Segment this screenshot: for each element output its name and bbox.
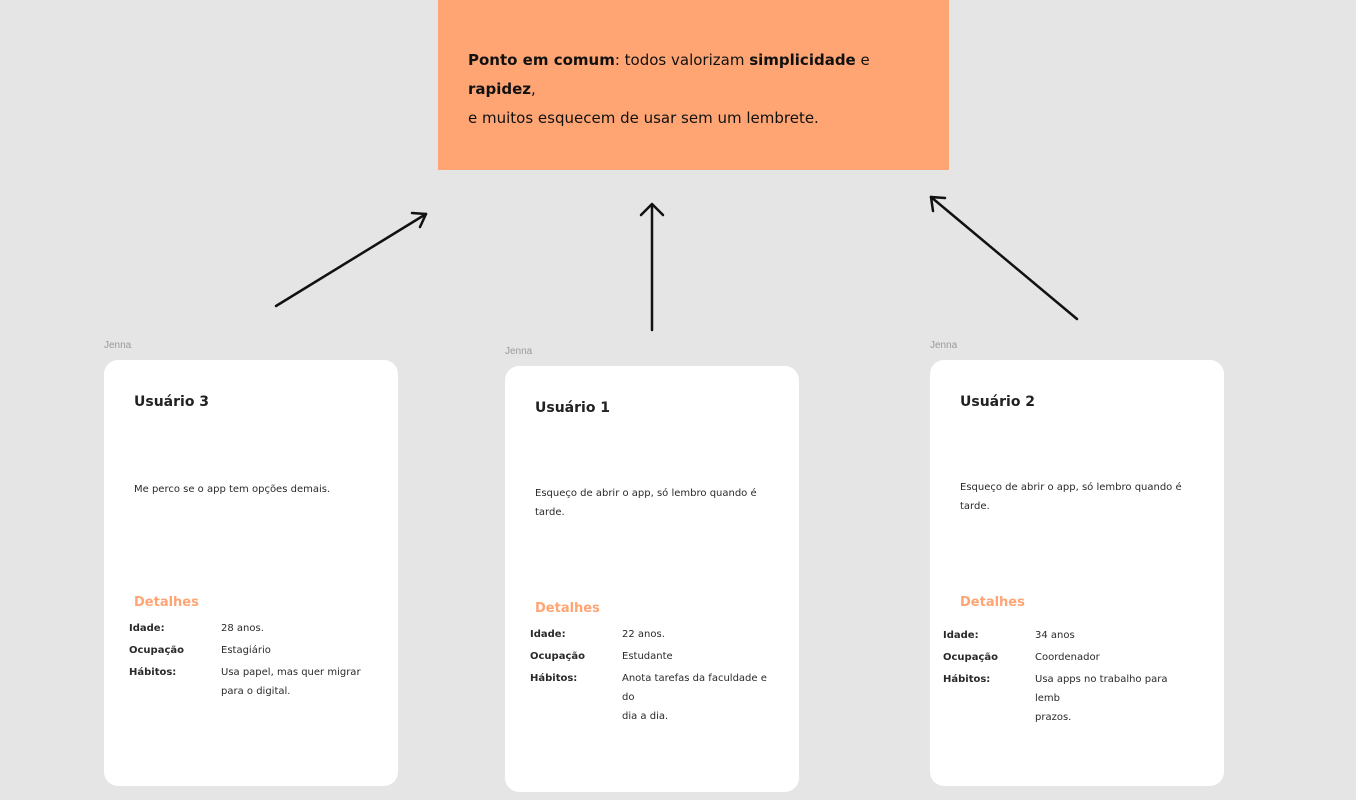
detail-label: Hábitos: xyxy=(530,673,578,684)
detail-value: Anota tarefas da faculdade e do dia a di… xyxy=(622,673,767,722)
detail-value: Usa papel, mas quer migrar para o digita… xyxy=(221,667,361,697)
card-quote: Me perco se o app tem opções demais. xyxy=(134,484,331,495)
details-heading: Detalhes xyxy=(134,595,199,610)
arrow-left[interactable] xyxy=(274,211,428,308)
summary-bold-speed: rapidez xyxy=(468,80,532,98)
frame-label-user-3[interactable]: Jenna xyxy=(104,340,131,351)
detail-label: Idade: xyxy=(129,623,165,634)
detail-value: Estudante xyxy=(622,651,673,662)
persona-card-user-1[interactable]: Usuário 1 Esqueço de abrir o app, só lem… xyxy=(505,366,799,792)
detail-value: 28 anos. xyxy=(221,623,264,634)
card-title: Usuário 3 xyxy=(134,394,210,410)
detail-value: Usa apps no trabalho para lemb prazos. xyxy=(1035,674,1168,723)
detail-label: Ocupação xyxy=(943,652,998,663)
details-heading: Detalhes xyxy=(960,595,1025,610)
summary-text-1: : todos valorizam xyxy=(614,51,750,69)
detail-value: Estagiário xyxy=(221,645,271,656)
summary-text-2: e xyxy=(855,51,870,69)
detail-label: Idade: xyxy=(530,629,566,640)
detail-label: Ocupação xyxy=(530,651,585,662)
arrow-center[interactable] xyxy=(639,202,665,332)
summary-line-2: e muitos esquecem de usar sem um lembret… xyxy=(468,109,819,127)
persona-card-user-2[interactable]: Usuário 2 Esqueço de abrir o app, só lem… xyxy=(930,360,1224,786)
detail-label: Ocupação xyxy=(129,645,184,656)
detail-value: 22 anos. xyxy=(622,629,665,640)
persona-card-user-3[interactable]: Usuário 3 Me perco se o app tem opções d… xyxy=(104,360,398,786)
summary-text-3: , xyxy=(531,80,536,98)
frame-label-user-1[interactable]: Jenna xyxy=(505,346,532,357)
detail-value: 34 anos xyxy=(1035,630,1075,641)
card-quote: Esqueço de abrir o app, só lembro quando… xyxy=(960,482,1182,512)
detail-label: Hábitos: xyxy=(943,674,991,685)
summary-bold-common-point: Ponto em comum xyxy=(468,51,615,69)
common-point-text: Ponto em comum: todos valorizam simplici… xyxy=(468,46,919,133)
detail-label: Idade: xyxy=(943,630,979,641)
card-title: Usuário 1 xyxy=(535,400,611,416)
common-point-box[interactable]: Ponto em comum: todos valorizam simplici… xyxy=(438,0,949,170)
summary-bold-simplicity: simplicidade xyxy=(749,51,856,69)
arrow-right[interactable] xyxy=(929,195,1079,321)
detail-label: Hábitos: xyxy=(129,667,177,678)
card-quote: Esqueço de abrir o app, só lembro quando… xyxy=(535,488,757,518)
details-heading: Detalhes xyxy=(535,601,600,616)
detail-value: Coordenador xyxy=(1035,652,1100,663)
card-title: Usuário 2 xyxy=(960,394,1036,410)
frame-label-user-2[interactable]: Jenna xyxy=(930,340,957,351)
